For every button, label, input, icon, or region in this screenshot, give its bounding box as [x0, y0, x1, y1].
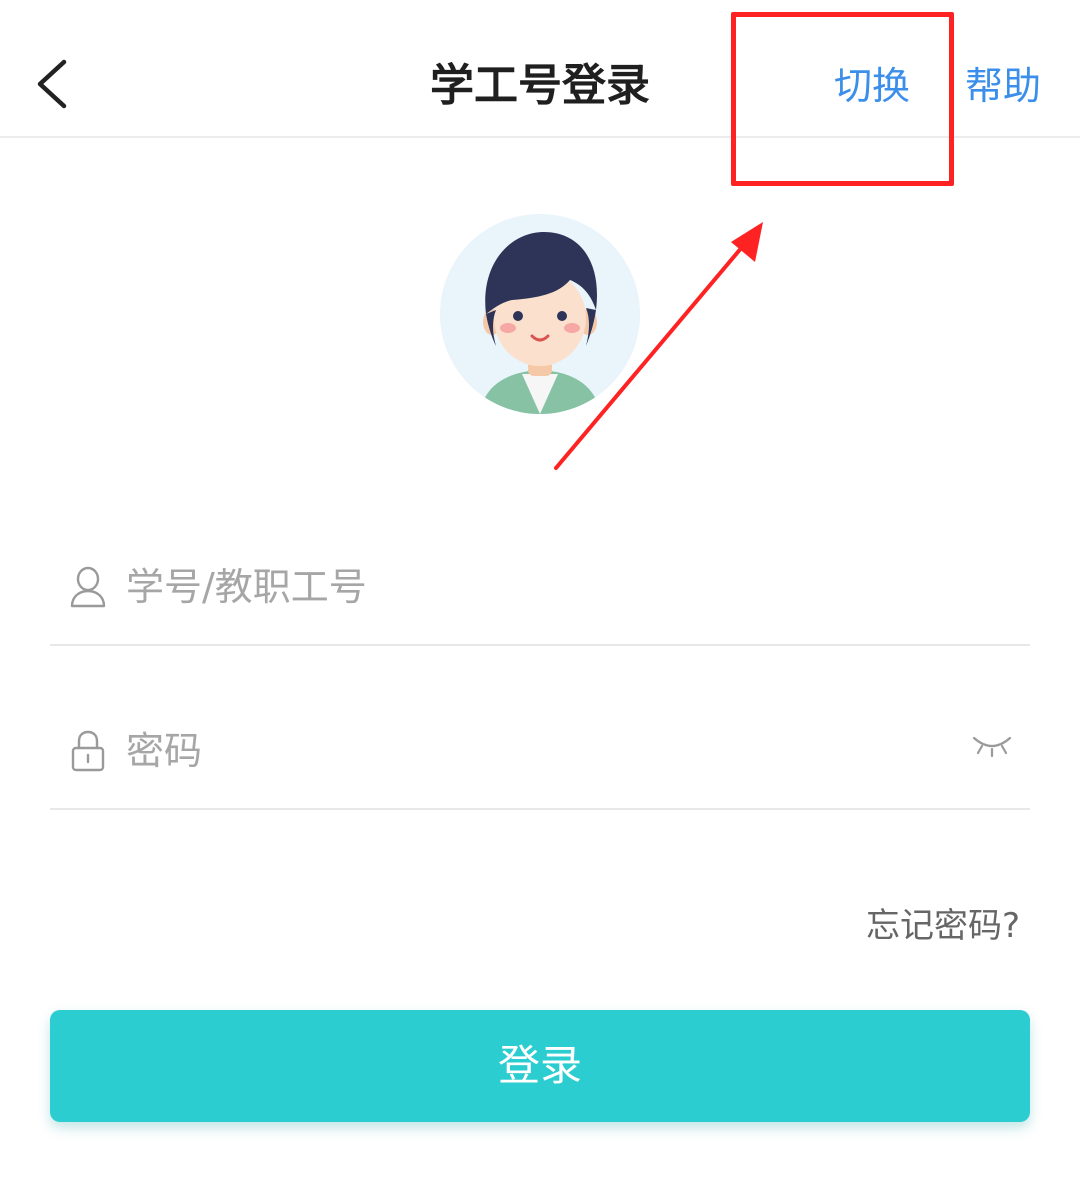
- chevron-left-icon: [37, 59, 67, 109]
- password-field: [50, 690, 1030, 810]
- page-title: 学工号登录: [430, 60, 650, 111]
- user-avatar-illustration: [440, 214, 640, 414]
- user-icon: [70, 566, 106, 608]
- lock-icon: [71, 730, 105, 772]
- username-input[interactable]: [126, 556, 946, 618]
- eye-closed-icon[interactable]: [970, 732, 1014, 758]
- login-button[interactable]: 登录: [50, 1010, 1030, 1122]
- username-field: [50, 526, 1030, 646]
- forgot-password-link[interactable]: 忘记密码?: [840, 900, 1020, 952]
- annotation-highlight-box: [731, 12, 954, 186]
- avatar: [440, 214, 640, 414]
- password-input[interactable]: [126, 720, 946, 782]
- help-button[interactable]: 帮助: [958, 58, 1048, 114]
- login-page: 学工号登录 切换 帮助 学号/教职工号 忘记密码? 登录: [0, 0, 1080, 1184]
- back-button[interactable]: [24, 46, 88, 122]
